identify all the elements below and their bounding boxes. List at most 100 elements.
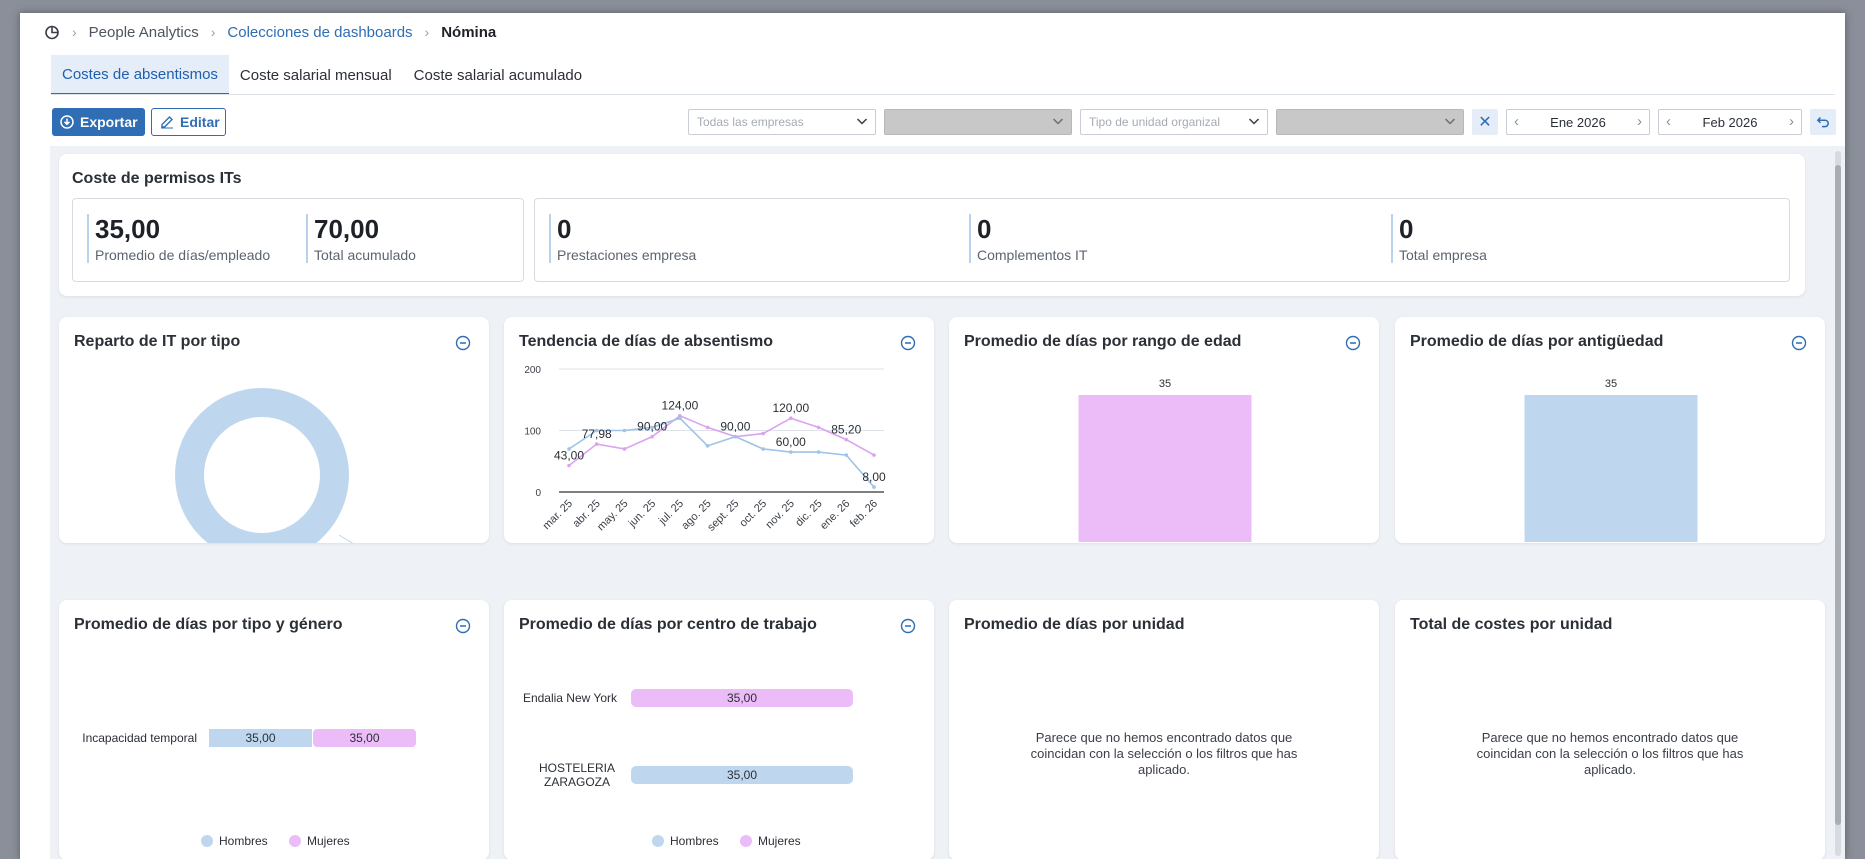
empty-state-message: Parece que no hemos encontrado datos que…	[1476, 730, 1744, 777]
edit-icon	[161, 116, 173, 129]
series-point	[872, 485, 876, 489]
unit-select[interactable]	[1276, 109, 1464, 135]
kpi-label: Promedio de días/empleado	[95, 247, 271, 263]
kpi-value: 70,00	[314, 214, 380, 244]
data-label: 8,00	[862, 470, 886, 484]
data-label: 124,00	[662, 399, 699, 413]
chevron-right-icon[interactable]: ›	[1789, 113, 1794, 130]
kpi-label: Prestaciones empresa	[557, 247, 697, 263]
x-tick-label: mar. 25	[541, 498, 575, 532]
legend-swatch	[201, 835, 213, 847]
tab-bar: Costes de absentismos Coste salarial men…	[51, 55, 593, 95]
slice-label: 100,00%	[376, 542, 420, 543]
series-point	[872, 453, 876, 457]
tab-coste-salarial-mensual[interactable]: Coste salarial mensual	[229, 55, 403, 95]
scrollbar-thumb[interactable]	[1835, 165, 1841, 825]
x-tick-label: jun. 25	[626, 498, 659, 531]
date-from-value: Ene 2026	[1550, 114, 1606, 130]
legend-swatch	[289, 835, 301, 847]
data-label: 60,00	[776, 435, 806, 449]
bar-value-label: 35,00	[245, 731, 275, 745]
bar-value-label: 35	[1159, 378, 1171, 390]
chevron-left-icon[interactable]: ‹	[1666, 113, 1671, 130]
undo-icon	[1816, 116, 1829, 128]
card-title: Total de costes por unidad	[1410, 616, 1613, 633]
series-point	[844, 453, 849, 457]
legend-label: Mujeres	[758, 834, 801, 848]
chevron-left-icon[interactable]: ‹	[1514, 113, 1519, 130]
card-tipo-genero: Promedio de días por tipo y género Incap…	[59, 600, 489, 859]
analytics-home-icon[interactable]	[44, 24, 60, 40]
series-point	[705, 425, 710, 430]
series-point	[844, 437, 849, 442]
x-tick-label: sept. 25	[705, 498, 741, 534]
series-point	[789, 416, 793, 420]
card-reparto-it: Reparto de IT por tipo 100,00%	[59, 317, 489, 543]
slice-leader-line	[338, 534, 354, 543]
kpi-promedio: 35,00 Promedio de días/empleado	[87, 214, 270, 263]
bar-value-label: 35,00	[727, 691, 757, 705]
card-antiguedad: Promedio de días por antigüedad 35> 10 a…	[1395, 317, 1825, 543]
legend-label: Mujeres	[307, 834, 350, 848]
data-label: 120,00	[772, 401, 809, 415]
export-label: Exportar	[80, 114, 138, 130]
kpi-complementos: 0 Complementos IT	[969, 214, 1087, 263]
edit-button[interactable]: Editar	[151, 108, 226, 136]
x-tick-label: ene. 26	[818, 498, 852, 532]
breadcrumb-colecciones[interactable]: Colecciones de dashboards	[227, 24, 412, 41]
y-category-label: HOSTELERIA	[539, 761, 615, 775]
unit-type-select[interactable]: Tipo de unidad organizal	[1080, 109, 1268, 135]
date-from-picker[interactable]: ‹ Ene 2026 ›	[1506, 109, 1650, 135]
data-label: 90,00	[637, 420, 667, 434]
bar	[1524, 395, 1698, 542]
series-point	[678, 416, 682, 420]
age-bar-chart: 3550-59	[1078, 378, 1252, 542]
kpi-value: 0	[1399, 214, 1414, 244]
chevron-right-icon: ›	[72, 24, 77, 40]
series-point	[789, 450, 793, 454]
clear-filters-button[interactable]: ✕	[1472, 109, 1498, 135]
card-unidad: Promedio de días por unidad Parece que n…	[949, 600, 1379, 859]
type-gender-chart: Incapacidad temporal 35,00 35,00 Hombres Muj…	[82, 729, 416, 848]
kpi-value: 0	[977, 214, 992, 244]
data-label: 43,00	[554, 449, 584, 463]
breadcrumb-nomina: Nómina	[441, 23, 497, 41]
kpi-total-empresa: 0 Total empresa	[1391, 214, 1487, 263]
kpi-total-acumulado: 70,00 Total acumulado	[306, 214, 416, 263]
bar-value-label: 35	[1605, 378, 1617, 390]
series-point	[567, 463, 571, 468]
x-tick-label: feb. 26	[848, 498, 880, 530]
y-category-label: Incapacidad temporal	[82, 731, 197, 745]
series-point	[761, 431, 765, 436]
tab-costes-absentismos[interactable]: Costes de absentismos	[51, 55, 229, 95]
date-to-value: Feb 2026	[1702, 114, 1758, 130]
breadcrumb-people-analytics[interactable]: People Analytics	[89, 24, 199, 41]
company-select[interactable]: Todas las empresas	[688, 109, 876, 135]
kpi-card: Coste de permisos ITs 35,00 Promedio de …	[59, 154, 1805, 296]
undo-button[interactable]	[1810, 109, 1836, 135]
series-point	[594, 442, 599, 446]
download-icon	[60, 115, 74, 129]
series-point	[650, 434, 654, 439]
date-to-picker[interactable]: ‹ Feb 2026 ›	[1658, 109, 1802, 135]
kpi-prestaciones: 0 Prestaciones empresa	[549, 214, 696, 263]
tabs-divider	[51, 94, 1835, 95]
kpi-value: 35,00	[95, 214, 161, 244]
chevron-down-icon	[1248, 118, 1260, 125]
company-subselect[interactable]	[884, 109, 1072, 135]
y-category-label: Endalia New York	[523, 691, 618, 705]
legend-swatch	[652, 835, 664, 847]
donut-slice	[175, 388, 349, 543]
data-label: 85,20	[831, 423, 861, 437]
legend-label: Hombres	[219, 834, 268, 848]
chevron-right-icon: ›	[210, 24, 216, 40]
series-point	[761, 447, 765, 451]
series-point	[733, 434, 738, 439]
export-button[interactable]: Exportar	[52, 108, 145, 136]
card-tendencia: Tendencia de días de absentismo 0 100 200 4…	[504, 317, 934, 543]
series-point	[816, 450, 821, 454]
tab-coste-salarial-acumulado[interactable]: Coste salarial acumulado	[403, 55, 593, 95]
kpi-label: Complementos IT	[977, 247, 1088, 263]
chevron-right-icon[interactable]: ›	[1637, 113, 1642, 130]
kpi-card-title: Coste de permisos ITs	[72, 170, 242, 187]
